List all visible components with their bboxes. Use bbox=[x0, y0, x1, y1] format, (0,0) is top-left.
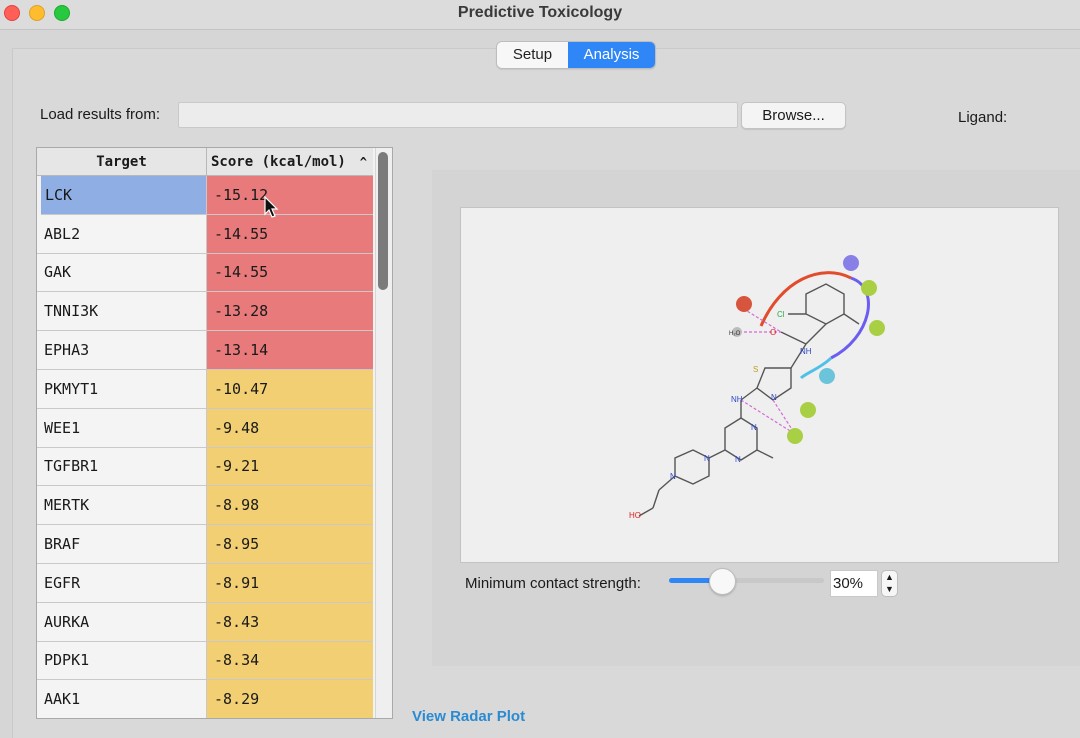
table-row[interactable]: AAK1 -8.29 bbox=[37, 680, 373, 718]
cell-target[interactable]: EPHA3 bbox=[37, 331, 207, 370]
cell-target[interactable]: PKMYT1 bbox=[37, 369, 207, 409]
atom-label-n-pip-2: N bbox=[670, 472, 676, 481]
browse-button[interactable]: Browse... bbox=[741, 102, 846, 129]
cell-score[interactable]: -14.55 bbox=[207, 253, 373, 293]
residue-node-green-4 bbox=[787, 428, 803, 444]
pyrimidine-methyl-bond bbox=[756, 449, 774, 459]
cell-score[interactable]: -8.91 bbox=[207, 563, 373, 603]
cell-score[interactable]: -8.95 bbox=[207, 525, 373, 564]
cell-target[interactable]: ABL2 bbox=[37, 214, 207, 254]
atom-label-ho: HO bbox=[629, 511, 641, 520]
residue-node-blue bbox=[843, 255, 859, 271]
ligand-interaction-diagram: Cl O NH S N NH N N N N HO H₂O bbox=[460, 207, 1059, 563]
cell-target[interactable]: TGFBR1 bbox=[37, 447, 207, 487]
table-row[interactable]: PKMYT1 -10.47 bbox=[37, 369, 373, 409]
cell-target[interactable]: AURKA bbox=[37, 602, 207, 642]
hydroxyethyl-bond-3 bbox=[638, 507, 654, 517]
benzene-ring bbox=[805, 283, 845, 325]
tab-setup[interactable]: Setup bbox=[497, 42, 568, 68]
table-row[interactable]: WEE1 -9.48 bbox=[37, 408, 373, 448]
results-table: Target Score (kcal/mol) ^ LCK -15.12 ABL2-… bbox=[36, 147, 393, 719]
residue-node-red bbox=[736, 296, 752, 312]
residue-node-green-1 bbox=[861, 280, 877, 296]
table-row[interactable]: EGFR -8.91 bbox=[37, 563, 373, 603]
window-title: Predictive Toxicology bbox=[457, 4, 623, 21]
atom-label-n-pyr-1: N bbox=[751, 423, 757, 432]
table-row[interactable]: BRAF -8.95 bbox=[37, 525, 373, 564]
atom-label-n-thiazole: N bbox=[771, 393, 777, 402]
stepper-up-icon[interactable]: ▲ bbox=[882, 571, 897, 583]
tab-analysis[interactable]: Analysis bbox=[568, 42, 655, 68]
window-titlebar: Predictive Toxicology bbox=[0, 0, 1080, 30]
table-row[interactable]: ABL2 -14.55 bbox=[37, 214, 373, 254]
atom-label-h2o: H₂O bbox=[729, 331, 741, 337]
table-body: LCK -15.12 ABL2 -14.55 GAK -14.55 TNNI3K -13.28… bbox=[37, 176, 373, 718]
view-radar-plot-link[interactable]: View Radar Plot bbox=[412, 708, 525, 725]
table-row[interactable]: EPHA3 -13.14 bbox=[37, 331, 373, 370]
cell-score[interactable]: -8.43 bbox=[207, 602, 373, 642]
cell-target[interactable]: TNNI3K bbox=[37, 292, 207, 332]
load-results-input[interactable] bbox=[178, 102, 738, 128]
table-row[interactable]: TGFBR1 -9.21 bbox=[37, 447, 373, 487]
cell-score[interactable]: -15.12 bbox=[207, 176, 373, 215]
column-header-score[interactable]: Score (kcal/mol) ^ bbox=[207, 148, 373, 176]
table-row[interactable]: AURKA -8.43 bbox=[37, 602, 373, 642]
residue-node-green-2 bbox=[869, 320, 885, 336]
cell-target[interactable]: MERTK bbox=[37, 486, 207, 526]
load-results-label: Load results from: bbox=[40, 106, 161, 123]
cell-target[interactable]: PDPK1 bbox=[37, 641, 207, 681]
ligand-diagram-svg: Cl O NH S N NH N N N N HO H₂O bbox=[629, 255, 885, 520]
table-scrollbar-thumb[interactable] bbox=[378, 152, 388, 290]
cell-target[interactable]: AAK1 bbox=[37, 680, 207, 718]
table-row[interactable]: MERTK -8.98 bbox=[37, 486, 373, 526]
amide-bond bbox=[805, 323, 827, 345]
cell-target[interactable]: EGFR bbox=[37, 563, 207, 603]
cell-score[interactable]: -10.47 bbox=[207, 369, 373, 409]
atom-label-nh: NH bbox=[800, 347, 812, 356]
residue-node-green-3 bbox=[800, 402, 816, 418]
ligand-label: Ligand: bbox=[958, 109, 1008, 126]
view-segmented-control: Setup Analysis bbox=[496, 41, 656, 69]
cell-score[interactable]: -8.34 bbox=[207, 641, 373, 681]
table-row[interactable]: GAK -14.55 bbox=[37, 253, 373, 293]
cell-score[interactable]: -9.48 bbox=[207, 408, 373, 448]
cell-target[interactable]: BRAF bbox=[37, 525, 207, 564]
cell-score[interactable]: -13.28 bbox=[207, 292, 373, 332]
cell-target[interactable]: WEE1 bbox=[37, 408, 207, 448]
table-row[interactable]: PDPK1 -8.34 bbox=[37, 641, 373, 681]
cell-score[interactable]: -8.98 bbox=[207, 486, 373, 526]
slider-knob[interactable] bbox=[708, 568, 736, 595]
atom-label-n-pyr-2: N bbox=[735, 455, 741, 464]
atom-label-nh-2: NH bbox=[731, 395, 743, 404]
cell-score[interactable]: -9.21 bbox=[207, 447, 373, 487]
cell-score[interactable]: -14.55 bbox=[207, 214, 373, 254]
mouse-cursor-icon bbox=[264, 196, 279, 218]
cell-target[interactable]: LCK bbox=[41, 176, 207, 215]
cell-score[interactable]: -13.14 bbox=[207, 331, 373, 370]
cell-target[interactable]: GAK bbox=[37, 253, 207, 293]
atom-label-s: S bbox=[753, 365, 758, 374]
cell-score[interactable]: -8.29 bbox=[207, 680, 373, 718]
table-header: Target Score (kcal/mol) ^ bbox=[37, 148, 373, 176]
residue-node-cyan bbox=[819, 368, 835, 384]
atom-label-o: O bbox=[770, 328, 776, 337]
min-contact-strength-label: Minimum contact strength: bbox=[465, 575, 641, 592]
column-header-score-label: Score (kcal/mol) bbox=[211, 154, 346, 170]
thiazole-nh-bond bbox=[740, 387, 758, 401]
table-row[interactable]: LCK -15.12 bbox=[37, 176, 373, 215]
column-header-target[interactable]: Target bbox=[37, 148, 207, 176]
percent-stepper[interactable]: ▲ ▼ bbox=[881, 570, 898, 597]
table-row[interactable]: TNNI3K -13.28 bbox=[37, 292, 373, 332]
sort-ascending-icon: ^ bbox=[359, 155, 367, 169]
atom-label-n-pip-1: N bbox=[704, 454, 710, 463]
hydroxyethyl-bond-2 bbox=[652, 489, 660, 509]
min-contact-strength-value[interactable]: 30% bbox=[830, 570, 878, 597]
pyrimidine-piperazine-bond bbox=[708, 449, 726, 459]
methyl-bond bbox=[843, 313, 860, 325]
stepper-down-icon[interactable]: ▼ bbox=[882, 583, 897, 595]
hbond-line-3 bbox=[740, 399, 796, 435]
atom-label-cl: Cl bbox=[777, 310, 785, 319]
carbonyl-bond bbox=[780, 331, 807, 345]
